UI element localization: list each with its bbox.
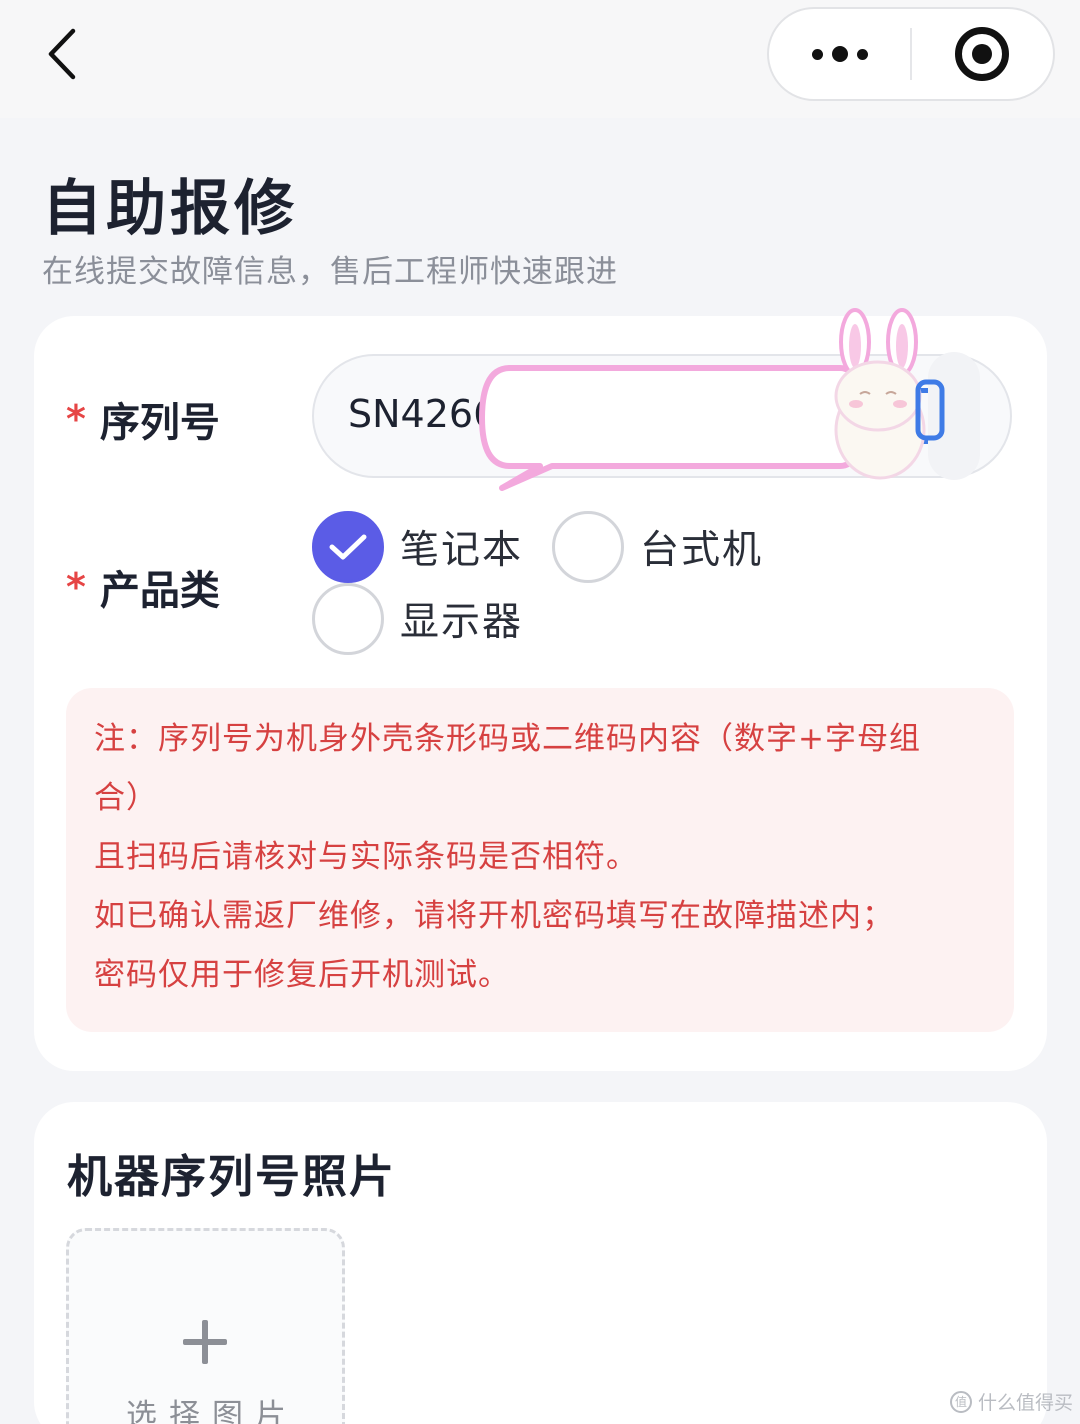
close-button[interactable] [912, 9, 1053, 99]
required-mark: * [66, 397, 86, 441]
radio-label: 显示器 [400, 600, 524, 645]
notice-line: 密码仅用于修复后开机测试。 [94, 957, 510, 993]
photo-section-title: 机器序列号照片 [67, 1150, 397, 1203]
nav-bar [0, 0, 1080, 118]
radio-desktop[interactable]: 台式机 [552, 511, 763, 583]
serial-label-text: 序列号 [99, 400, 220, 446]
watermark-logo-icon: 值 [950, 1390, 972, 1413]
radio-monitor[interactable]: 显示器 [312, 583, 523, 655]
watermark: 值 什么值得买 [950, 1388, 1073, 1415]
bunny-icon [834, 308, 980, 480]
radio-unchecked-icon [312, 583, 384, 655]
radio-checked-icon [312, 511, 384, 583]
notice-line: 如已确认需返厂维修，请将开机密码填写在故障描述内； [94, 898, 894, 934]
more-button[interactable] [769, 9, 910, 99]
chevron-left-icon [48, 28, 76, 80]
target-circle-icon [955, 27, 1010, 81]
upload-label: 选择图片 [126, 1398, 298, 1424]
watermark-text: 什么值得买 [978, 1392, 1074, 1414]
radio-label: 笔记本 [400, 528, 524, 573]
radio-label: 台式机 [640, 528, 764, 573]
serial-notice: 注：序列号为机身外壳条形码或二维码内容（数字+字母组 合） 且扫码后请核对与实际… [66, 688, 1014, 1032]
notice-line: 且扫码后请核对与实际条码是否相符。 [94, 839, 638, 875]
notice-line: 合） [94, 780, 158, 816]
notice-line: 注：序列号为机身外壳条形码或二维码内容（数字+字母组 [94, 721, 921, 757]
radio-unchecked-icon [552, 511, 624, 583]
radio-notebook[interactable]: 笔记本 [312, 511, 523, 583]
plus-icon [183, 1320, 227, 1364]
serial-label: * 序列号 [66, 390, 220, 448]
more-dots-icon [811, 46, 868, 62]
checkmark-icon [329, 534, 367, 560]
product-type-label-text: 产品类 [99, 568, 220, 614]
page-subtitle: 在线提交故障信息，售后工程师快速跟进 [42, 254, 618, 290]
required-mark: * [66, 565, 86, 609]
back-button[interactable] [32, 22, 92, 86]
bunny-bubble-sticker [479, 308, 980, 491]
product-type-label: * 产品类 [66, 558, 220, 616]
page-title: 自助报修 [42, 174, 298, 244]
mini-program-capsule [767, 7, 1055, 101]
serial-input-value: SN4266 [348, 392, 488, 436]
